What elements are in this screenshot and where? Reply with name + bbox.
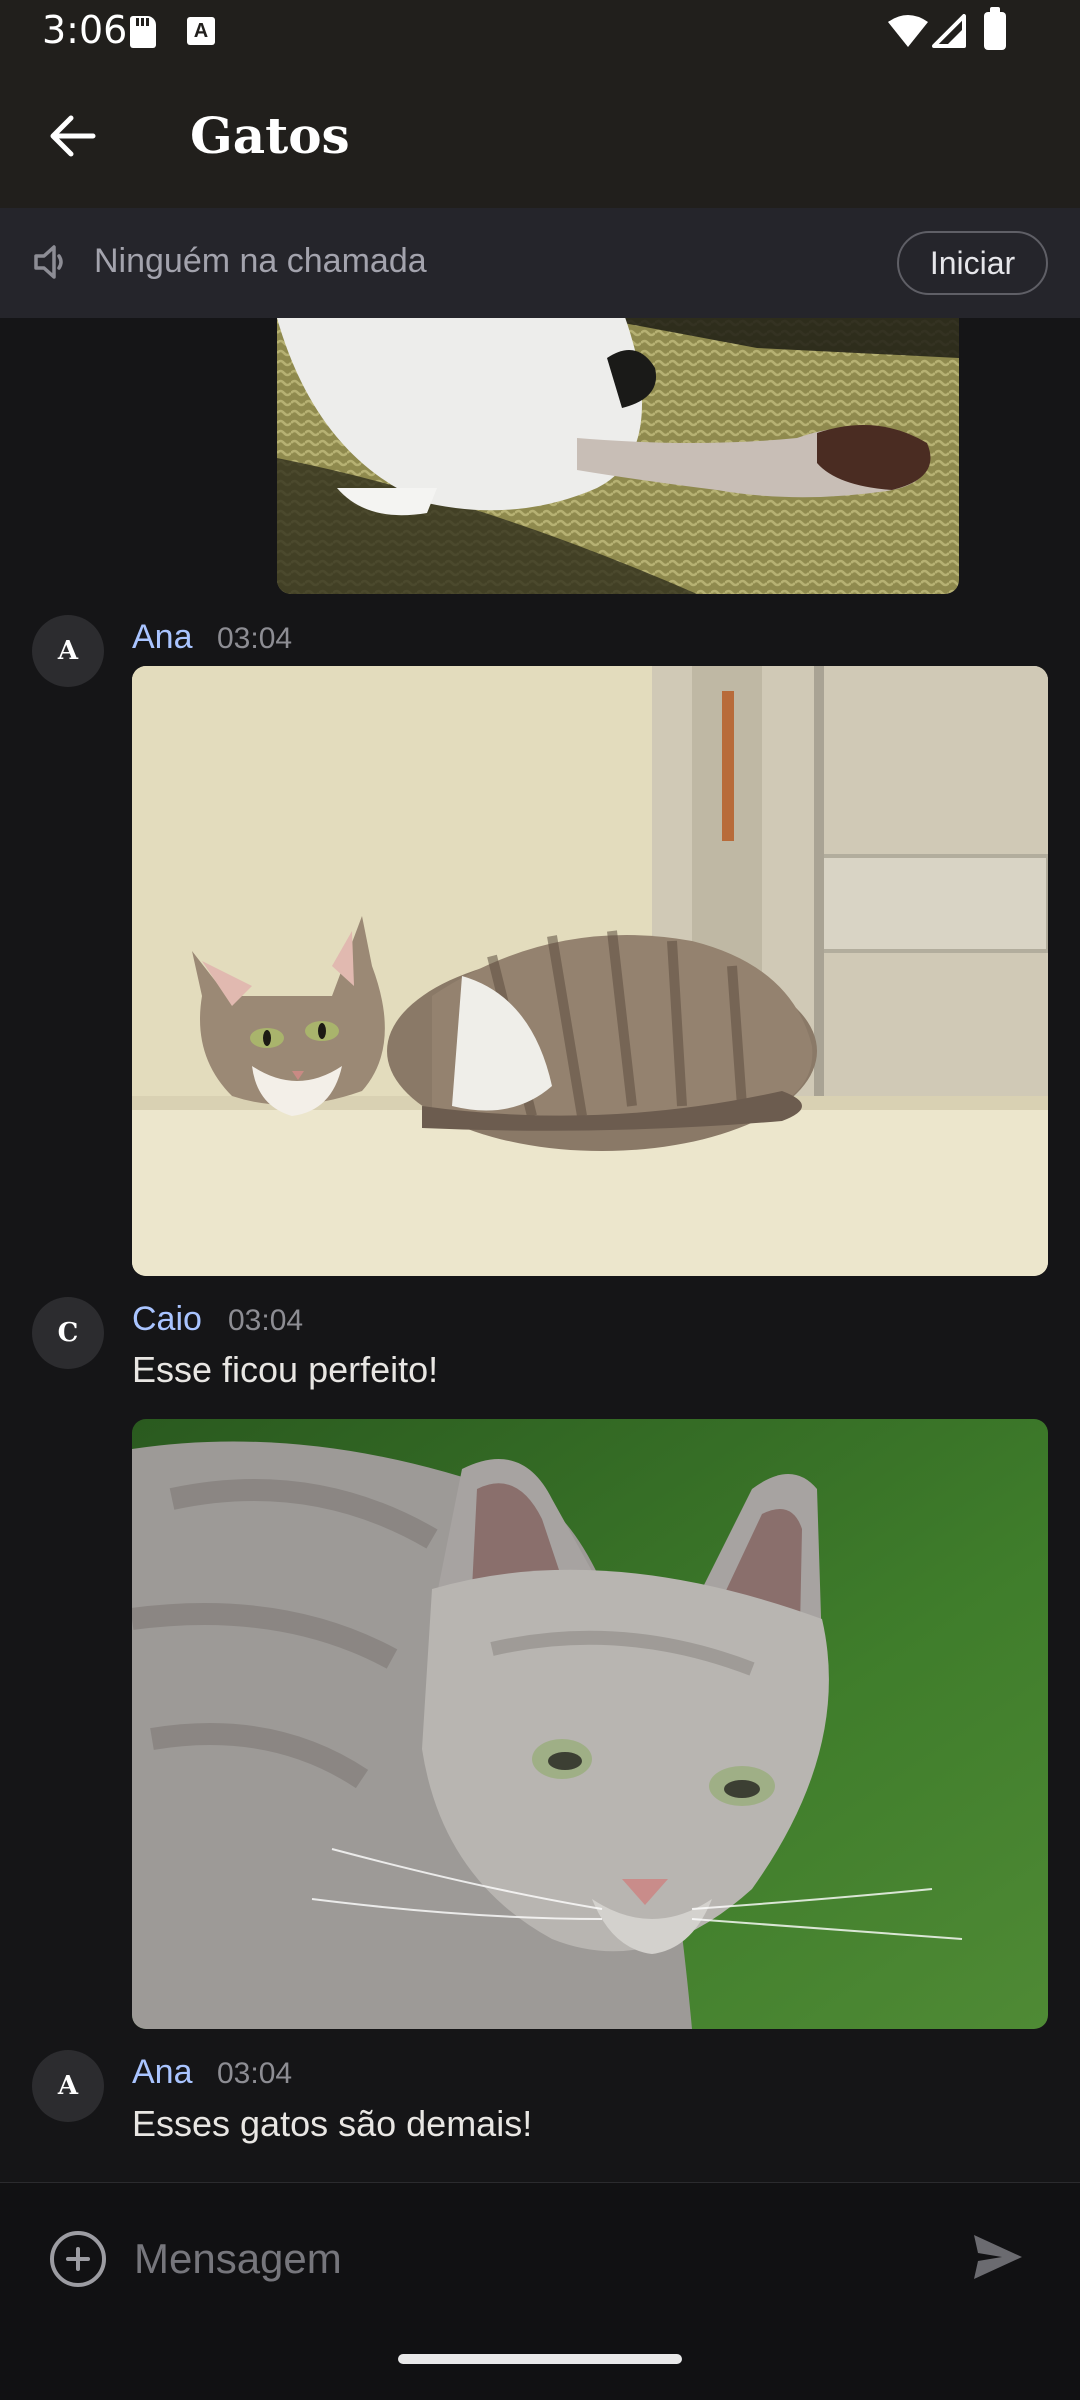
a-icon: A xyxy=(187,17,215,45)
home-indicator[interactable] xyxy=(398,2354,682,2364)
sd-card-icon xyxy=(130,16,156,48)
navigation-bar xyxy=(0,2332,1080,2400)
wifi-icon xyxy=(888,15,928,47)
add-circle-icon[interactable] xyxy=(50,2231,106,2287)
message-list[interactable]: A Ana 03:04 C Caio 03:04 Esse ficou perf… xyxy=(0,318,1080,2182)
status-time: 3:06 xyxy=(42,8,128,52)
message-input[interactable] xyxy=(134,2219,934,2299)
message-author[interactable]: Ana xyxy=(132,618,193,657)
battery-icon xyxy=(984,7,1006,50)
message-image-gray-cat[interactable] xyxy=(132,1419,1048,2029)
page-title: Gatos xyxy=(190,106,350,165)
message-author[interactable]: Caio xyxy=(132,1300,202,1339)
call-bar: Ninguém na chamada Iniciar xyxy=(0,208,1080,318)
signal-icon xyxy=(932,14,966,48)
message-image-white-cat[interactable] xyxy=(277,318,959,594)
avatar[interactable]: A xyxy=(32,615,104,687)
message-time: 03:04 xyxy=(228,1304,304,1337)
start-call-button[interactable]: Iniciar xyxy=(897,231,1048,295)
send-icon[interactable] xyxy=(972,2233,1024,2281)
message-text: Esse ficou perfeito! xyxy=(132,1349,439,1390)
message-composer xyxy=(0,2182,1080,2332)
gray-cat-photo xyxy=(132,1419,1048,2029)
tabby-cat-photo xyxy=(132,666,1048,1276)
chat-screen: 3:06 A Gatos Ninguém na chamada Iniciar xyxy=(0,0,1080,2400)
message-time: 03:04 xyxy=(217,622,293,655)
message-time: 03:04 xyxy=(217,2057,293,2090)
avatar[interactable]: A xyxy=(32,2050,104,2122)
message-text: Esses gatos são demais! xyxy=(132,2103,533,2144)
status-bar: 3:06 A xyxy=(0,0,1080,64)
app-bar: Gatos xyxy=(0,64,1080,208)
message-image-tabby-cat[interactable] xyxy=(132,666,1048,1276)
avatar[interactable]: C xyxy=(32,1297,104,1369)
call-status-text: Ninguém na chamada xyxy=(94,242,427,280)
white-cat-photo xyxy=(277,318,959,594)
arrow-back-icon xyxy=(50,115,96,157)
back-button[interactable] xyxy=(28,100,118,172)
speaker-icon xyxy=(34,245,63,279)
message-author[interactable]: Ana xyxy=(132,2053,193,2092)
